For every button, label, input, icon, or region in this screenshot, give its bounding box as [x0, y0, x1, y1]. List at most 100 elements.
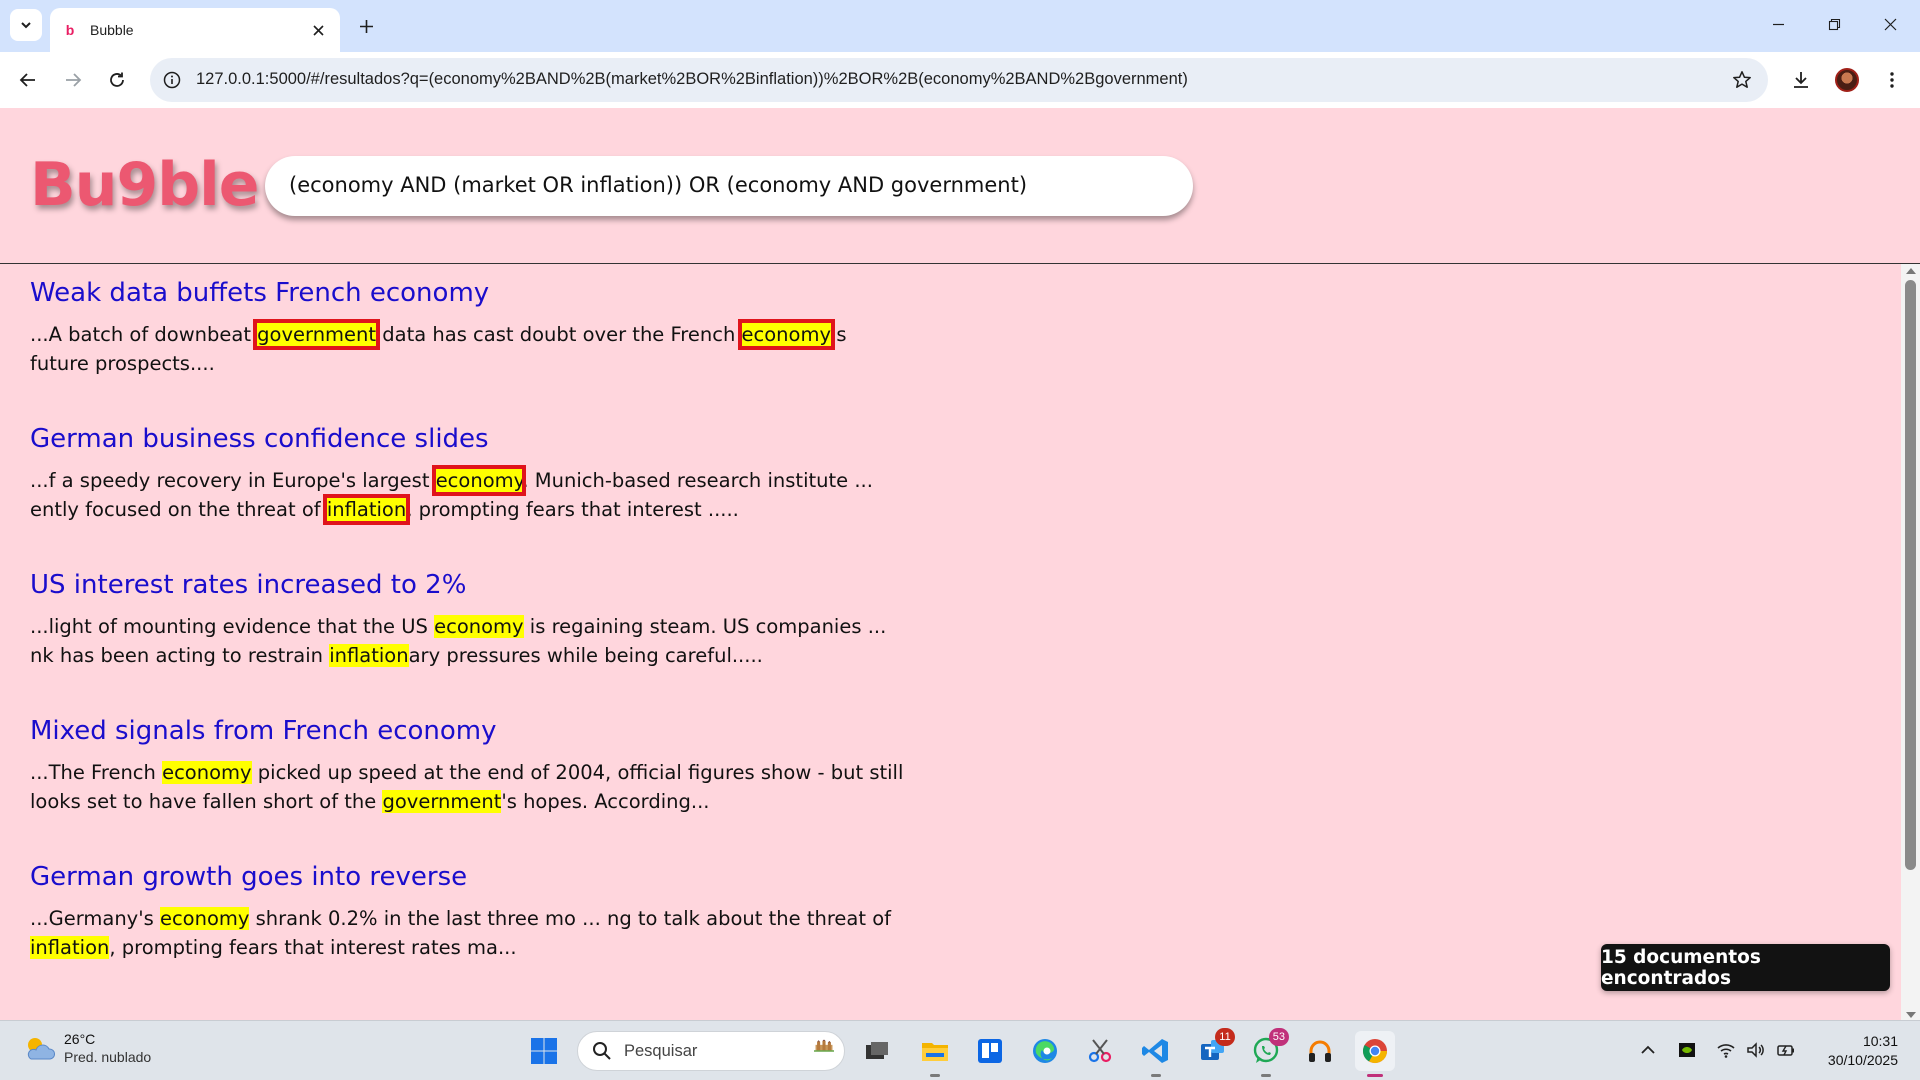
result-title-link[interactable]: US interest rates increased to 2%	[30, 570, 466, 600]
snippet-text: 's hopes. According...	[501, 790, 710, 813]
battery-tray-button[interactable]	[1774, 1035, 1798, 1065]
result-title-link[interactable]: German growth goes into reverse	[30, 862, 467, 892]
weather-description: Pred. nublado	[64, 1049, 152, 1065]
browser-tab-bar: b Bubble	[0, 0, 1920, 52]
plus-icon	[359, 19, 373, 33]
search-icon	[593, 1042, 611, 1060]
more-vert-icon	[1890, 72, 1894, 88]
volume-tray-button[interactable]	[1744, 1035, 1768, 1065]
minimize-icon	[1772, 23, 1784, 25]
result-snippet: ...A batch of downbeat government data h…	[30, 319, 910, 378]
scroll-up-arrow-icon[interactable]	[1906, 268, 1916, 274]
new-tab-button[interactable]	[352, 12, 380, 40]
windows-logo-icon	[531, 1038, 557, 1064]
clock-date: 30/10/2025	[1827, 1052, 1898, 1068]
close-icon	[312, 24, 324, 36]
running-indicator	[930, 1074, 940, 1077]
results-count-toast: 15 documentos encontrados	[1601, 944, 1890, 991]
snippet-text: ...A batch of downbeat	[30, 323, 258, 346]
wifi-tray-button[interactable]	[1714, 1035, 1738, 1065]
result-snippet: ...light of mounting evidence that the U…	[30, 612, 910, 670]
file-explorer-button[interactable]	[915, 1031, 955, 1077]
nvidia-tray-button[interactable]	[1675, 1035, 1699, 1065]
volume-icon	[1747, 1042, 1764, 1058]
scissors-icon	[1088, 1039, 1112, 1063]
start-button[interactable]	[524, 1031, 564, 1071]
folder-icon	[922, 1043, 948, 1061]
snippet-text: ...f a speedy recovery in Europe's large…	[30, 469, 436, 492]
scrollbar[interactable]	[1901, 264, 1920, 1022]
tab-close-button[interactable]	[308, 20, 328, 40]
reload-button[interactable]	[99, 62, 135, 98]
menu-button[interactable]	[1874, 62, 1910, 98]
result-snippet: ...f a speedy recovery in Europe's large…	[30, 465, 910, 525]
search-result: Weak data buffets French economy ...A bat…	[30, 264, 930, 410]
snipping-tool-button[interactable]	[1080, 1031, 1120, 1071]
headphones-app-button[interactable]	[1300, 1031, 1340, 1071]
scroll-down-arrow-icon[interactable]	[1906, 1012, 1916, 1018]
taskbar-search-placeholder: Pesquisar	[624, 1041, 698, 1060]
profile-button[interactable]	[1829, 62, 1865, 98]
search-result: US interest rates increased to 2% ...ligh…	[30, 556, 930, 702]
headphones-icon	[1309, 1040, 1331, 1062]
close-window-button[interactable]	[1862, 0, 1918, 48]
tab-title: Bubble	[90, 22, 134, 38]
site-info-button[interactable]	[160, 68, 184, 92]
search-query-text[interactable]: (economy AND (market OR inflation)) OR (…	[289, 173, 1027, 197]
minimize-button[interactable]	[1750, 0, 1806, 48]
weather-temperature: 26°C	[64, 1031, 96, 1047]
highlighted-term: inflation	[329, 644, 409, 667]
search-result: German growth goes into reverse ...German…	[30, 848, 930, 994]
clock-time: 10:31	[1862, 1033, 1898, 1049]
url-text[interactable]: 127.0.0.1:5000/#/resultados?q=(economy%2…	[196, 70, 1188, 89]
result-snippet: ...Germany's economy shrank 0.2% in the …	[30, 904, 910, 962]
forward-button[interactable]	[55, 62, 91, 98]
snippet-text: shrank 0.2% in the last three mo ... ng …	[249, 907, 892, 930]
result-title-link[interactable]: Mixed signals from French economy	[30, 716, 497, 746]
running-indicator	[1151, 1074, 1161, 1077]
arrow-left-icon	[19, 73, 35, 87]
tab-search-button[interactable]	[10, 9, 42, 41]
trello-button[interactable]	[970, 1031, 1010, 1071]
task-view-button[interactable]	[857, 1031, 897, 1071]
snippet-text: ...light of mounting evidence that the U…	[30, 615, 435, 638]
edge-icon	[1033, 1039, 1057, 1063]
highlighted-term: economy	[159, 907, 250, 930]
edge-button[interactable]	[1025, 1031, 1065, 1071]
search-input[interactable]: (economy AND (market OR inflation)) OR (…	[265, 156, 1193, 216]
task-view-icon	[866, 1042, 888, 1059]
vscode-button[interactable]	[1136, 1031, 1176, 1077]
scrollbar-thumb[interactable]	[1905, 280, 1916, 870]
whatsapp-button[interactable]: 53	[1246, 1028, 1289, 1077]
chrome-button[interactable]	[1355, 1031, 1395, 1077]
weather-widget[interactable]: 26°C Pred. nublado	[22, 1031, 151, 1065]
app-logo[interactable]: Bu9ble	[30, 150, 259, 220]
search-result: German business confidence slides ...f a …	[30, 410, 930, 556]
highlighted-term: economy	[737, 319, 836, 350]
battery-charging-icon	[1777, 1045, 1794, 1056]
browser-tab-active[interactable]: b Bubble	[50, 8, 340, 52]
castle-illustration-icon	[814, 1039, 834, 1052]
address-bar[interactable]: 127.0.0.1:5000/#/resultados?q=(economy%2…	[150, 58, 1768, 102]
result-title-link[interactable]: Weak data buffets French economy	[30, 278, 489, 308]
downloads-button[interactable]	[1783, 62, 1819, 98]
windows-taskbar: 26°C Pred. nublado Pesquisar 11 53 10:31…	[0, 1020, 1920, 1080]
highlighted-term: economy	[431, 465, 527, 496]
taskbar-clock[interactable]: 10:31 30/10/2025	[1812, 1032, 1898, 1070]
teams-button[interactable]: 11	[1192, 1028, 1235, 1071]
partly-cloudy-icon	[22, 1035, 56, 1061]
snippet-text: ary pressures while being careful.....	[408, 644, 763, 667]
restore-button[interactable]	[1806, 0, 1862, 48]
wifi-icon	[1717, 1044, 1735, 1058]
chrome-icon	[1362, 1039, 1387, 1064]
highlighted-term: government	[253, 319, 381, 350]
back-button[interactable]	[10, 62, 46, 98]
chevron-up-icon	[1641, 1045, 1655, 1054]
show-hidden-icons-button[interactable]	[1636, 1035, 1660, 1065]
app-header: Bu9ble (economy AND (market OR inflation…	[0, 108, 1920, 264]
bookmark-button[interactable]	[1730, 68, 1754, 92]
nvidia-icon	[1679, 1043, 1695, 1057]
result-title-link[interactable]: German business confidence slides	[30, 424, 489, 454]
taskbar-search[interactable]: Pesquisar	[577, 1031, 845, 1071]
browser-toolbar: 127.0.0.1:5000/#/resultados?q=(economy%2…	[0, 52, 1920, 108]
